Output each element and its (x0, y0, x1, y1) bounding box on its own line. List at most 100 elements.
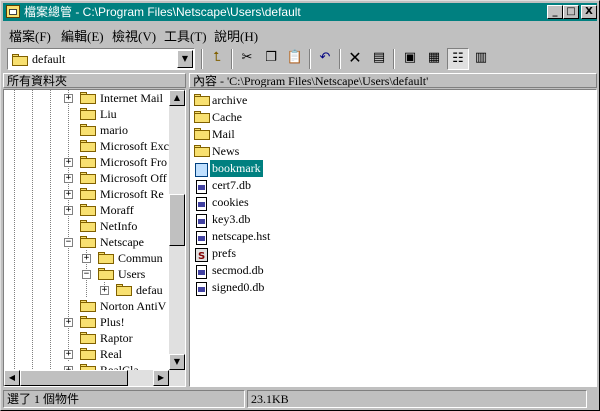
up-folder-icon[interactable]: ⮤ (206, 48, 228, 70)
expand-icon[interactable]: + (64, 190, 73, 199)
folder-icon (98, 252, 114, 264)
folder-icon (80, 300, 96, 312)
menu-tools[interactable]: 工具(T) (164, 26, 207, 45)
folder-icon (80, 236, 96, 248)
folder-icon (80, 156, 96, 168)
folder-icon (80, 92, 96, 104)
tree-item-label: Users (118, 267, 146, 281)
explorer-app-icon[interactable] (6, 5, 20, 18)
properties-icon[interactable]: ▤ (368, 48, 390, 70)
menu-bar: 檔案(F) 編輯(E) 檢視(V) 工具(T) 說明(H) (3, 23, 597, 45)
folder-icon (116, 284, 132, 296)
expand-icon[interactable]: + (64, 174, 73, 183)
close-button[interactable]: X (581, 5, 597, 19)
tree-item-label: mario (100, 123, 128, 137)
file-name: cookies (212, 195, 249, 209)
file-list[interactable]: archive Cache Mail News bookmark cert7.db cook… (189, 89, 597, 387)
tree-horizontal-scrollbar[interactable]: ◀ ▶ (4, 370, 185, 386)
folder-icon (80, 124, 96, 136)
expand-icon[interactable]: + (64, 206, 73, 215)
tree-item-label: Microsoft Off (100, 171, 167, 185)
scroll-up-button[interactable]: ▲ (169, 90, 185, 106)
horizontal-scroll-thumb[interactable] (20, 370, 128, 386)
tree-item-label: Commun (118, 251, 163, 265)
menu-file[interactable]: 檔案(F) (9, 26, 51, 45)
folder-tree[interactable]: + Internet Mail Liu mario Microsoft Exc + Micr… (3, 89, 186, 387)
expand-icon[interactable]: + (64, 318, 73, 327)
file-name: prefs (212, 246, 236, 260)
expand-icon[interactable]: + (64, 158, 73, 167)
expand-icon[interactable]: + (100, 286, 109, 295)
file-name: key3.db (212, 212, 251, 226)
folder-icon (80, 172, 96, 184)
scroll-right-button[interactable]: ▶ (153, 370, 169, 386)
file-name: secmod.db (212, 263, 264, 277)
delete-icon[interactable]: ✕ (344, 48, 366, 70)
collapse-icon[interactable]: − (82, 270, 91, 279)
tree-item-label: Internet Mail (100, 91, 163, 105)
folder-icon (80, 188, 96, 200)
file-name: Mail (212, 127, 235, 141)
status-selection: 選了 1 個物件 (3, 390, 245, 408)
tree-item-label: Microsoft Exc (100, 139, 169, 153)
file-name: cert7.db (212, 178, 251, 192)
folder-icon (194, 111, 210, 123)
tree-item-label: Norton AntiV (100, 299, 167, 313)
file-name: archive (212, 93, 248, 107)
list-view-icon[interactable]: ☷ (447, 48, 469, 70)
title-bar[interactable]: 檔案總管 - C:\Program Files\Netscape\Users\d… (3, 3, 597, 21)
folder-icon (80, 140, 96, 152)
address-dropdown-button[interactable]: ▼ (177, 50, 193, 68)
address-combo[interactable]: default ▼ (7, 48, 195, 70)
toolbar-separator (231, 49, 233, 69)
large-icons-view-icon[interactable]: ▣ (399, 48, 421, 70)
menu-view[interactable]: 檢視(V) (112, 26, 156, 45)
status-bar: 選了 1 個物件 23.1KB (3, 390, 597, 408)
folder-icon (12, 54, 28, 66)
collapse-icon[interactable]: − (64, 238, 73, 247)
tree-vertical-scrollbar[interactable]: ▲ ▼ (169, 90, 185, 370)
tree-item-label: Raptor (100, 331, 133, 345)
folder-icon (80, 108, 96, 120)
folder-icon (194, 145, 210, 157)
toolbar: default ▼ ⮤ ✂ ❐ 📋 ↶ ✕ ▤ ▣ ▦ ☷ ▥ (3, 45, 597, 73)
scroll-thumb[interactable] (169, 194, 185, 246)
toolbar-separator (309, 49, 311, 69)
file-name: bookmark (210, 160, 263, 177)
tree-item-label: Real (100, 347, 122, 361)
window-title: 檔案總管 - C:\Program Files\Netscape\Users\d… (24, 5, 301, 19)
cut-icon[interactable]: ✂ (236, 48, 258, 70)
tree-item-label: Plus! (100, 315, 125, 329)
paste-icon[interactable]: 📋 (284, 48, 306, 70)
undo-icon[interactable]: ↶ (314, 48, 336, 70)
contents-pane-header: 內容 - 'C:\Program Files\Netscape\Users\de… (189, 73, 597, 88)
folder-icon (80, 204, 96, 216)
folder-icon (98, 268, 114, 280)
scroll-down-button[interactable]: ▼ (169, 354, 185, 370)
small-icons-view-icon[interactable]: ▦ (423, 48, 445, 70)
tree-item-label: Microsoft Re (100, 187, 164, 201)
minimize-button[interactable]: _ (547, 5, 563, 19)
expand-icon[interactable]: + (64, 350, 73, 359)
tree-item-label: NetInfo (100, 219, 138, 233)
scroll-left-button[interactable]: ◀ (4, 370, 20, 386)
toolbar-separator (201, 49, 203, 69)
folder-icon (80, 220, 96, 232)
folder-icon (80, 332, 96, 344)
maximize-button[interactable]: □ (563, 5, 579, 19)
copy-icon[interactable]: ❐ (260, 48, 282, 70)
menu-edit[interactable]: 編輯(E) (61, 26, 104, 45)
tree-item-label: defau (136, 283, 163, 297)
expand-icon[interactable]: + (82, 254, 91, 263)
toolbar-separator (339, 49, 341, 69)
tree-item-label: Microsoft Fro (100, 155, 167, 169)
details-view-icon[interactable]: ▥ (470, 48, 492, 70)
folder-icon (80, 316, 96, 328)
toolbar-separator (393, 49, 395, 69)
tree-item-label: Netscape (100, 235, 144, 249)
menu-help[interactable]: 說明(H) (214, 26, 258, 45)
folder-icon (194, 128, 210, 140)
expand-icon[interactable]: + (64, 94, 73, 103)
address-value: default (32, 52, 66, 66)
file-name: Cache (212, 110, 242, 124)
